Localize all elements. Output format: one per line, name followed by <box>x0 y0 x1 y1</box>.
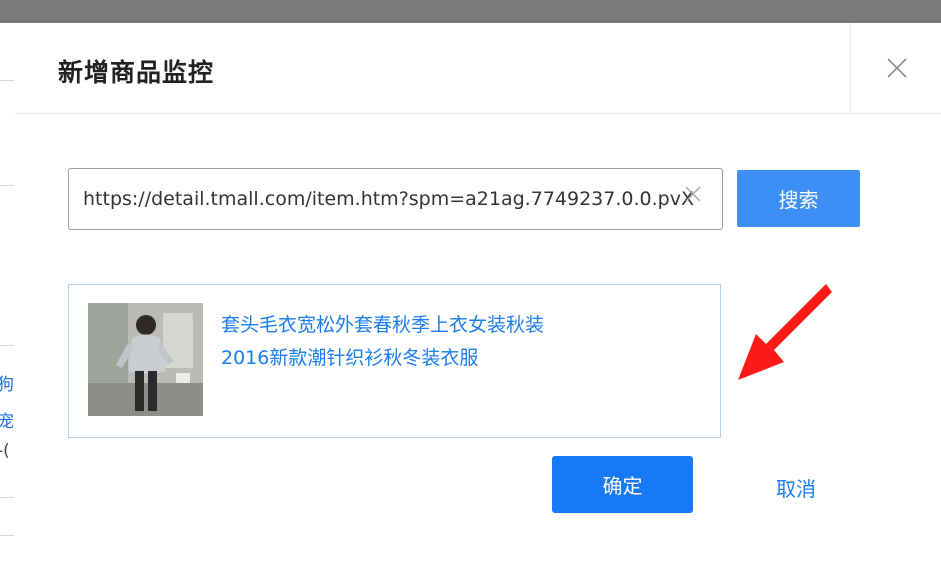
bg-divider <box>0 535 14 536</box>
annotation-arrow-icon <box>738 284 832 380</box>
bg-divider <box>0 185 14 186</box>
close-button[interactable] <box>850 23 941 113</box>
url-input[interactable] <box>69 169 722 229</box>
search-result-card: 套头毛衣宽松外套春秋季上衣女装秋装 2016新款潮针织衫秋冬装衣服 <box>68 284 721 438</box>
dialog-title: 新增商品监控 <box>58 58 215 87</box>
bg-text-fragment: 宠 <box>0 412 14 432</box>
product-title-link[interactable]: 套头毛衣宽松外套春秋季上衣女装秋装 2016新款潮针织衫秋冬装衣服 <box>221 309 661 375</box>
dialog-header: 新增商品监控 <box>14 23 941 114</box>
close-icon <box>887 58 907 78</box>
clear-icon[interactable] <box>684 185 702 203</box>
product-title-line: 套头毛衣宽松外套春秋季上衣女装秋装 <box>221 314 545 336</box>
bg-text-fragment: -( <box>0 441 10 461</box>
search-button[interactable]: 搜索 <box>737 170 860 227</box>
bg-divider <box>0 80 14 81</box>
background-page: 狗 宠 -( <box>0 23 14 566</box>
url-input-wrapper <box>68 168 723 230</box>
cancel-button[interactable]: 取消 <box>776 473 816 502</box>
bg-text-fragment: 狗 <box>0 375 14 395</box>
product-title-line: 2016新款潮针织衫秋冬装衣服 <box>221 347 479 369</box>
confirm-button[interactable]: 确定 <box>552 456 693 513</box>
product-thumbnail[interactable] <box>88 303 203 416</box>
product-image <box>88 303 203 416</box>
bg-divider <box>0 497 14 498</box>
bg-divider <box>0 345 14 346</box>
add-monitor-dialog: 新增商品监控 搜索 <box>14 23 941 566</box>
